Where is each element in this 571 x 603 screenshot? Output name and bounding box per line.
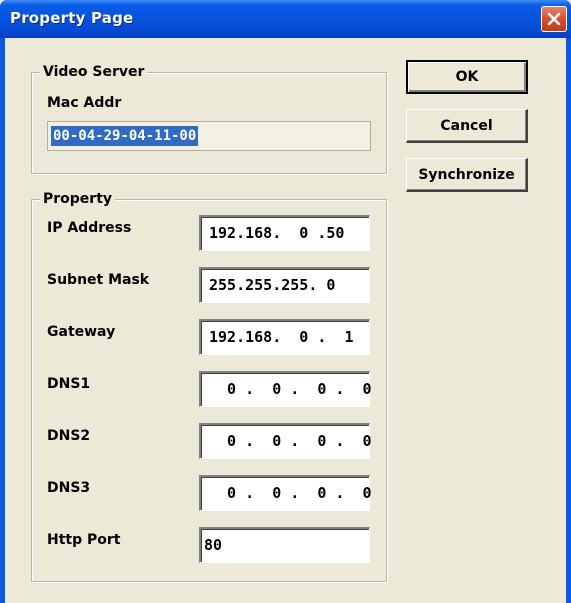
subnet-mask-field[interactable]: 255.255.255. 0 xyxy=(199,267,370,303)
title-bar[interactable]: Property Page xyxy=(0,0,571,38)
dns1-label: DNS1 xyxy=(47,376,91,392)
gateway-label: Gateway xyxy=(47,324,116,340)
mac-addr-value: 00-04-29-04-11-00 xyxy=(51,126,199,146)
dns1-field[interactable]: 0 . 0 . 0 . 0 xyxy=(199,371,372,407)
property-page-window: Property Page Video Server Mac Addr 00-0… xyxy=(0,0,571,603)
subnet-mask-label: Subnet Mask xyxy=(47,272,150,288)
gateway-field[interactable]: 192.168. 0 . 1 xyxy=(199,319,370,355)
ip-address-label: IP Address xyxy=(47,220,132,236)
close-button[interactable] xyxy=(541,6,567,32)
cancel-button[interactable]: Cancel xyxy=(406,109,528,143)
mac-addr-label: Mac Addr xyxy=(47,95,122,111)
http-port-field[interactable]: 80 xyxy=(199,527,370,563)
window-title: Property Page xyxy=(10,9,134,27)
dns3-label: DNS3 xyxy=(47,480,91,496)
ok-button[interactable]: OK xyxy=(406,60,528,94)
dns2-label: DNS2 xyxy=(47,428,91,444)
http-port-label: Http Port xyxy=(47,532,121,548)
dns2-field[interactable]: 0 . 0 . 0 . 0 xyxy=(199,423,372,459)
dns3-field[interactable]: 0 . 0 . 0 . 0 xyxy=(199,475,372,511)
dialog-client-area: Video Server Mac Addr 00-04-29-04-11-00 … xyxy=(5,38,566,603)
property-legend: Property xyxy=(40,190,116,208)
synchronize-button[interactable]: Synchronize xyxy=(406,158,528,192)
mac-addr-field[interactable]: 00-04-29-04-11-00 xyxy=(47,121,371,151)
close-icon xyxy=(547,12,561,26)
video-server-legend: Video Server xyxy=(40,63,148,81)
ip-address-field[interactable]: 192.168. 0 .50 xyxy=(199,215,370,251)
